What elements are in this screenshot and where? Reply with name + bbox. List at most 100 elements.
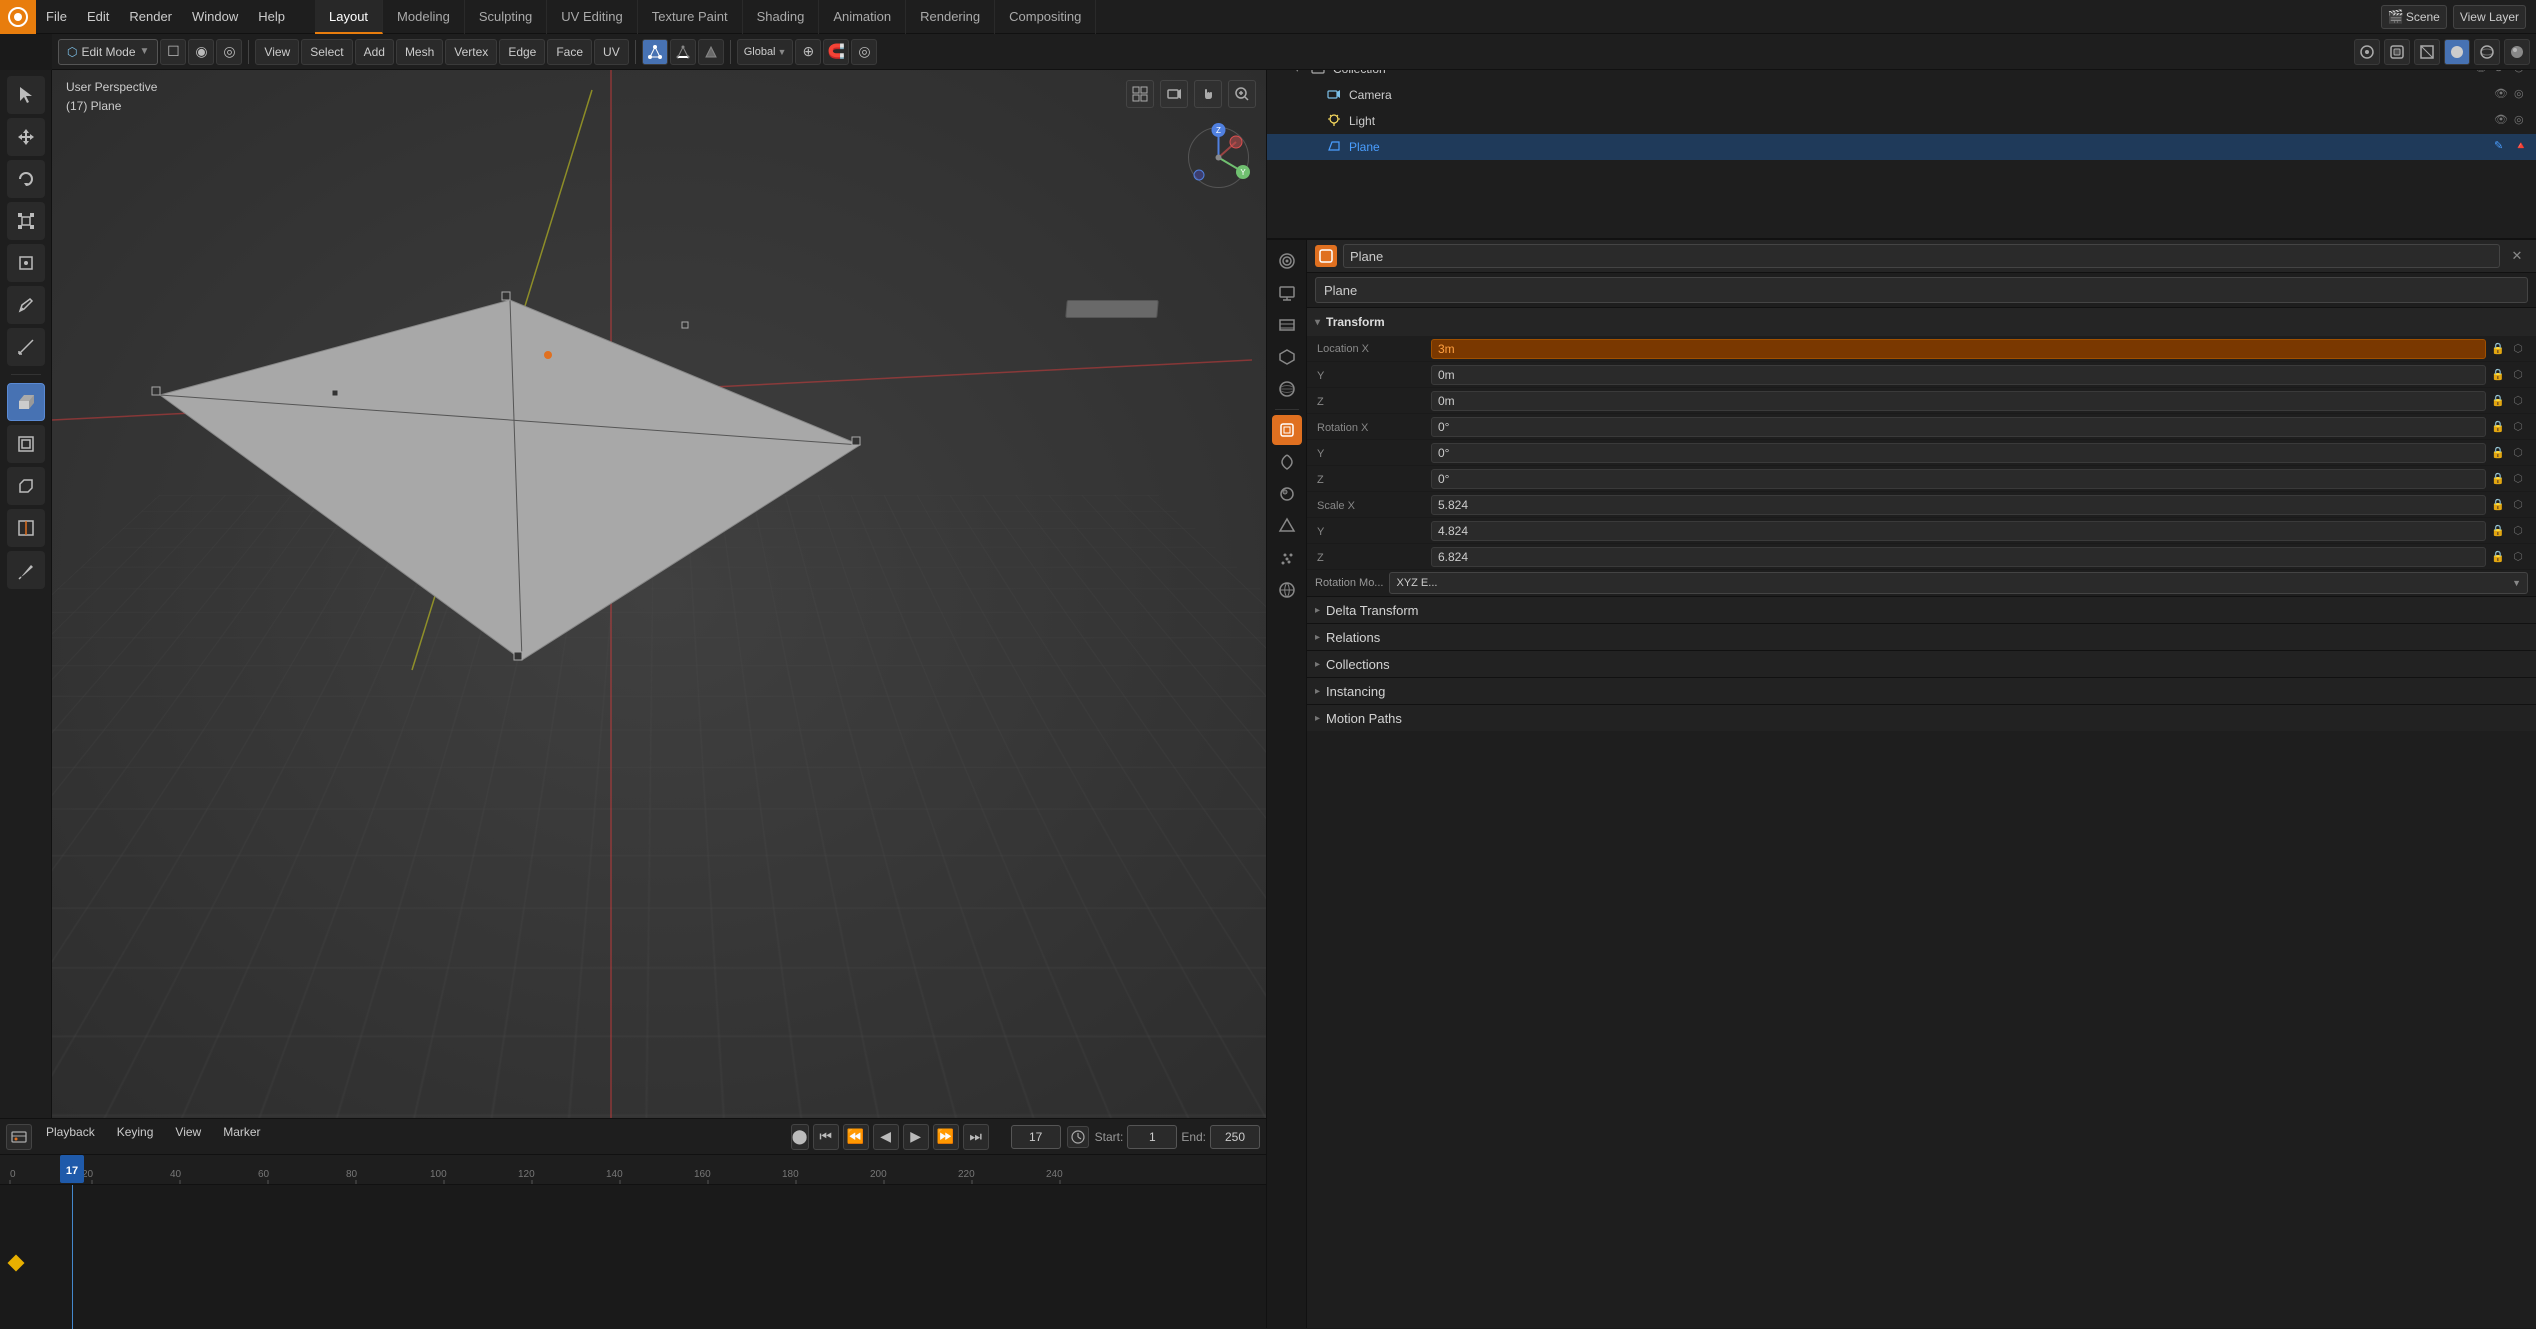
viewport-hand-btn[interactable] bbox=[1194, 80, 1222, 108]
scale-x-lock[interactable]: 🔒 bbox=[2490, 497, 2506, 513]
play-btn[interactable]: ▶ bbox=[903, 1124, 929, 1150]
scene-selector[interactable]: 🎬 Scene bbox=[2381, 5, 2447, 29]
viewport-camera-btn[interactable] bbox=[1160, 80, 1188, 108]
overlay-btn[interactable] bbox=[2354, 39, 2380, 65]
props-object-btn[interactable] bbox=[1272, 415, 1302, 445]
start-frame-input[interactable]: 1 bbox=[1127, 1125, 1177, 1149]
menu-window[interactable]: Window bbox=[182, 0, 248, 34]
edge-select-mode[interactable] bbox=[670, 39, 696, 65]
outliner-plane[interactable]: ▾ Plane ✎ 🔺 bbox=[1267, 134, 2536, 160]
face-menu-btn[interactable]: Face bbox=[547, 39, 592, 65]
view-menu-btn[interactable]: View bbox=[255, 39, 299, 65]
viewport-shading-2[interactable]: ◉ bbox=[188, 39, 214, 65]
add-menu-btn[interactable]: Add bbox=[355, 39, 394, 65]
tool-loopcut[interactable] bbox=[7, 509, 45, 547]
location-z-anim[interactable]: ⬡ bbox=[2510, 393, 2526, 409]
camera-vis-eye[interactable]: 👁 bbox=[2494, 87, 2510, 103]
shading-solid[interactable] bbox=[2444, 39, 2470, 65]
vert-select-mode[interactable] bbox=[642, 39, 668, 65]
vertex-menu-btn[interactable]: Vertex bbox=[445, 39, 497, 65]
plane-vis-1[interactable]: ✎ bbox=[2494, 139, 2510, 155]
rotation-y-lock[interactable]: 🔒 bbox=[2490, 445, 2506, 461]
tool-knife[interactable] bbox=[7, 551, 45, 589]
snapping[interactable]: 🧲 bbox=[823, 39, 849, 65]
mode-selector[interactable]: ⬡ Edit Mode ▼ bbox=[58, 39, 158, 65]
location-y-lock[interactable]: 🔒 bbox=[2490, 367, 2506, 383]
delta-transform-header[interactable]: ▸ Delta Transform bbox=[1307, 597, 2536, 623]
props-physics-btn[interactable] bbox=[1272, 575, 1302, 605]
workspace-rendering[interactable]: Rendering bbox=[906, 0, 995, 34]
relations-header[interactable]: ▸ Relations bbox=[1307, 624, 2536, 650]
pivot-point[interactable]: ⊕ bbox=[795, 39, 821, 65]
rotation-z-anim[interactable]: ⬡ bbox=[2510, 471, 2526, 487]
menu-render[interactable]: Render bbox=[119, 0, 182, 34]
face-select-mode[interactable] bbox=[698, 39, 724, 65]
prev-keyframe-btn[interactable]: ⏪ bbox=[843, 1124, 869, 1150]
scale-x-value[interactable]: 5.824 bbox=[1431, 495, 2486, 515]
scale-z-lock[interactable]: 🔒 bbox=[2490, 549, 2506, 565]
keying-btn[interactable]: Keying bbox=[109, 1123, 162, 1151]
scale-y-anim[interactable]: ⬡ bbox=[2510, 523, 2526, 539]
plane-vis-2[interactable]: 🔺 bbox=[2514, 139, 2530, 155]
tool-move[interactable] bbox=[7, 118, 45, 156]
uv-menu-btn[interactable]: UV bbox=[594, 39, 629, 65]
location-y-anim[interactable]: ⬡ bbox=[2510, 367, 2526, 383]
workspace-sculpting[interactable]: Sculpting bbox=[465, 0, 547, 34]
orbit-gizmo[interactable]: Z Y bbox=[1181, 120, 1256, 198]
rotation-x-value[interactable]: 0° bbox=[1431, 417, 2486, 437]
workspace-compositing[interactable]: Compositing bbox=[995, 0, 1096, 34]
scale-x-anim[interactable]: ⬡ bbox=[2510, 497, 2526, 513]
menu-edit[interactable]: Edit bbox=[77, 0, 119, 34]
transform-section-header[interactable]: ▾ Transform bbox=[1307, 308, 2536, 336]
tool-measure[interactable] bbox=[7, 328, 45, 366]
tool-rotate[interactable] bbox=[7, 160, 45, 198]
workspace-uv-editing[interactable]: UV Editing bbox=[547, 0, 637, 34]
motion-paths-header[interactable]: ▸ Motion Paths bbox=[1307, 705, 2536, 731]
prev-frame-btn[interactable]: ◀ bbox=[873, 1124, 899, 1150]
rotation-y-value[interactable]: 0° bbox=[1431, 443, 2486, 463]
tool-extrude[interactable] bbox=[7, 383, 45, 421]
menu-file[interactable]: File bbox=[36, 0, 77, 34]
object-data-name-field[interactable]: Plane bbox=[1315, 277, 2528, 303]
viewport-shading-3[interactable]: ◎ bbox=[216, 39, 242, 65]
menu-help[interactable]: Help bbox=[248, 0, 295, 34]
viewport-canvas[interactable]: User Perspective (17) Plane bbox=[52, 70, 1266, 1118]
clock-icon-btn[interactable] bbox=[1067, 1126, 1089, 1148]
stop-btn[interactable]: ⬤ bbox=[791, 1124, 809, 1150]
shading-wireframe[interactable] bbox=[2414, 39, 2440, 65]
scale-y-value[interactable]: 4.824 bbox=[1431, 521, 2486, 541]
jump-start-btn[interactable]: ⏮ bbox=[813, 1124, 839, 1150]
props-material-btn[interactable] bbox=[1272, 479, 1302, 509]
shading-material[interactable] bbox=[2474, 39, 2500, 65]
mesh-menu-btn[interactable]: Mesh bbox=[396, 39, 443, 65]
timeline-content[interactable] bbox=[0, 1185, 1266, 1329]
location-x-value[interactable]: 3m bbox=[1431, 339, 2486, 359]
collections-header[interactable]: ▸ Collections bbox=[1307, 651, 2536, 677]
next-frame-btn[interactable]: ⏩ bbox=[933, 1124, 959, 1150]
rotation-z-lock[interactable]: 🔒 bbox=[2490, 471, 2506, 487]
props-particles-btn[interactable] bbox=[1272, 543, 1302, 573]
tool-inset[interactable] bbox=[7, 425, 45, 463]
light-vis-render[interactable]: ◎ bbox=[2514, 113, 2530, 129]
props-world-btn[interactable] bbox=[1272, 374, 1302, 404]
viewport-grid-btn[interactable] bbox=[1126, 80, 1154, 108]
next-keyframe-btn[interactable]: ⏭ bbox=[963, 1124, 989, 1150]
workspace-layout[interactable]: Layout bbox=[315, 0, 383, 34]
tool-transform[interactable] bbox=[7, 244, 45, 282]
props-modifier-btn[interactable] bbox=[1272, 447, 1302, 477]
location-x-anim[interactable]: ⬡ bbox=[2510, 341, 2526, 357]
props-output-btn[interactable] bbox=[1272, 278, 1302, 308]
outliner-light[interactable]: ▾ Light 👁 ◎ bbox=[1267, 108, 2536, 134]
tool-bevel[interactable] bbox=[7, 467, 45, 505]
viewport-zoom-btn[interactable] bbox=[1228, 80, 1256, 108]
location-z-value[interactable]: 0m bbox=[1431, 391, 2486, 411]
scale-y-lock[interactable]: 🔒 bbox=[2490, 523, 2506, 539]
instancing-header[interactable]: ▸ Instancing bbox=[1307, 678, 2536, 704]
timeline-ruler-row[interactable]: 0 20 40 60 80 100 120 140 160 180 200 22… bbox=[0, 1155, 1266, 1185]
props-scene-btn[interactable] bbox=[1272, 342, 1302, 372]
editor-type-selector[interactable] bbox=[6, 1124, 32, 1150]
edge-menu-btn[interactable]: Edge bbox=[499, 39, 545, 65]
workspace-shading[interactable]: Shading bbox=[743, 0, 820, 34]
rotation-x-lock[interactable]: 🔒 bbox=[2490, 419, 2506, 435]
viewport-shading-1[interactable]: ☐ bbox=[160, 39, 186, 65]
